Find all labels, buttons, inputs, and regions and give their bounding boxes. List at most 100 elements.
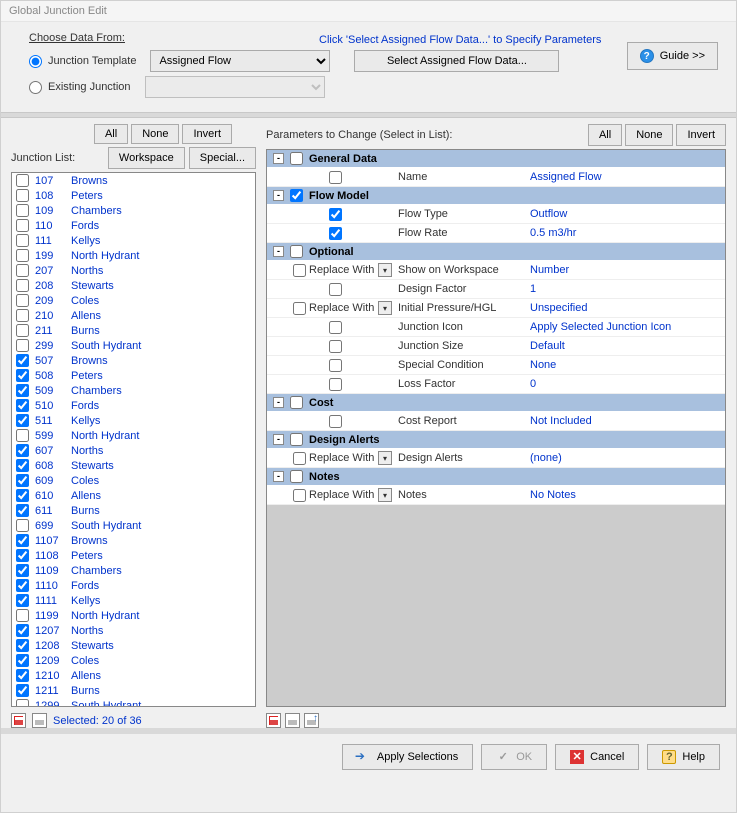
list-item[interactable]: 609Coles <box>12 473 255 488</box>
group-header[interactable]: -General Data <box>267 150 725 168</box>
list-item[interactable]: 1209Coles <box>12 653 255 668</box>
param-row[interactable]: Junction SizeDefault <box>267 337 725 356</box>
select-all-icon[interactable] <box>11 713 26 728</box>
list-item[interactable]: 211Burns <box>12 323 255 338</box>
chevron-down-icon[interactable]: ▾ <box>378 488 392 502</box>
list-item[interactable]: 108Peters <box>12 188 255 203</box>
junction-template-radio[interactable] <box>29 55 42 68</box>
param-checkbox[interactable] <box>329 415 342 428</box>
group-header[interactable]: -Flow Model <box>267 187 725 205</box>
collapse-icon[interactable]: - <box>273 434 284 445</box>
jl-special-button[interactable]: Special... <box>189 147 256 169</box>
list-item-checkbox[interactable] <box>16 429 29 442</box>
expand-all-icon[interactable] <box>266 713 281 728</box>
junction-list[interactable]: 107Browns108Peters109Chambers110Fords111… <box>11 172 256 707</box>
param-row[interactable]: Replace With▾NotesNo Notes <box>267 486 725 505</box>
list-item[interactable]: 599North Hydrant <box>12 428 255 443</box>
param-row[interactable]: Flow Rate0.5 m3/hr <box>267 224 725 243</box>
param-row[interactable]: Replace With▾Initial Pressure/HGLUnspeci… <box>267 299 725 318</box>
group-checkbox[interactable] <box>290 189 303 202</box>
list-item-checkbox[interactable] <box>16 504 29 517</box>
group-header[interactable]: -Notes <box>267 468 725 486</box>
list-item[interactable]: 299South Hydrant <box>12 338 255 353</box>
list-item-checkbox[interactable] <box>16 459 29 472</box>
params-invert-button[interactable]: Invert <box>676 124 726 146</box>
list-item-checkbox[interactable] <box>16 249 29 262</box>
list-item[interactable]: 510Fords <box>12 398 255 413</box>
collapse-icon[interactable]: - <box>273 397 284 408</box>
list-item[interactable]: 608Stewarts <box>12 458 255 473</box>
param-checkbox[interactable] <box>329 359 342 372</box>
list-item[interactable]: 110Fords <box>12 218 255 233</box>
list-item-checkbox[interactable] <box>16 444 29 457</box>
list-item-checkbox[interactable] <box>16 624 29 637</box>
chevron-down-icon[interactable]: ▾ <box>378 301 392 315</box>
list-item-checkbox[interactable] <box>16 549 29 562</box>
guide-button[interactable]: ? Guide >> <box>627 42 718 70</box>
list-item-checkbox[interactable] <box>16 399 29 412</box>
list-item-checkbox[interactable] <box>16 369 29 382</box>
list-item[interactable]: 610Allens <box>12 488 255 503</box>
group-checkbox[interactable] <box>290 245 303 258</box>
param-checkbox[interactable] <box>293 302 306 315</box>
jl-invert-button[interactable]: Invert <box>182 124 232 144</box>
list-item[interactable]: 607Norths <box>12 443 255 458</box>
list-item-checkbox[interactable] <box>16 309 29 322</box>
param-row[interactable]: Junction IconApply Selected Junction Ico… <box>267 318 725 337</box>
list-item[interactable]: 699South Hydrant <box>12 518 255 533</box>
list-item[interactable]: 508Peters <box>12 368 255 383</box>
list-item-checkbox[interactable] <box>16 294 29 307</box>
list-item[interactable]: 1211Burns <box>12 683 255 698</box>
param-row[interactable]: Flow TypeOutflow <box>267 205 725 224</box>
select-assigned-flow-button[interactable]: Select Assigned Flow Data... <box>354 50 559 72</box>
list-item[interactable]: 1108Peters <box>12 548 255 563</box>
list-item-checkbox[interactable] <box>16 414 29 427</box>
list-item[interactable]: 111Kellys <box>12 233 255 248</box>
param-checkbox[interactable] <box>329 378 342 391</box>
list-item-checkbox[interactable] <box>16 594 29 607</box>
list-item-checkbox[interactable] <box>16 279 29 292</box>
group-checkbox[interactable] <box>290 470 303 483</box>
param-row[interactable]: Loss Factor0 <box>267 375 725 394</box>
list-item-checkbox[interactable] <box>16 339 29 352</box>
params-all-button[interactable]: All <box>588 124 622 146</box>
list-item[interactable]: 1199North Hydrant <box>12 608 255 623</box>
group-checkbox[interactable] <box>290 433 303 446</box>
list-item-checkbox[interactable] <box>16 669 29 682</box>
list-item[interactable]: 210Allens <box>12 308 255 323</box>
list-item[interactable]: 511Kellys <box>12 413 255 428</box>
list-item[interactable]: 1208Stewarts <box>12 638 255 653</box>
list-item[interactable]: 107Browns <box>12 173 255 188</box>
param-row[interactable]: Special ConditionNone <box>267 356 725 375</box>
jl-none-button[interactable]: None <box>131 124 179 144</box>
list-item-checkbox[interactable] <box>16 264 29 277</box>
list-item-checkbox[interactable] <box>16 234 29 247</box>
list-item[interactable]: 1299South Hydrant <box>12 698 255 707</box>
list-item-checkbox[interactable] <box>16 219 29 232</box>
list-item-checkbox[interactable] <box>16 384 29 397</box>
list-item-checkbox[interactable] <box>16 474 29 487</box>
list-item-checkbox[interactable] <box>16 564 29 577</box>
list-item-checkbox[interactable] <box>16 519 29 532</box>
list-item[interactable]: 1111Kellys <box>12 593 255 608</box>
param-row[interactable]: Replace With▾Show on WorkspaceNumber <box>267 261 725 280</box>
param-checkbox[interactable] <box>293 264 306 277</box>
list-item-checkbox[interactable] <box>16 579 29 592</box>
help-button[interactable]: ? Help <box>647 744 720 770</box>
list-item[interactable]: 109Chambers <box>12 203 255 218</box>
list-item[interactable]: 1107Browns <box>12 533 255 548</box>
collapse-all-icon[interactable] <box>285 713 300 728</box>
chevron-down-icon[interactable]: ▾ <box>378 263 392 277</box>
params-none-button[interactable]: None <box>625 124 673 146</box>
collapse-icon[interactable]: - <box>273 246 284 257</box>
list-item-checkbox[interactable] <box>16 204 29 217</box>
collapse-icon[interactable]: - <box>273 153 284 164</box>
param-row[interactable]: Cost ReportNot Included <box>267 412 725 431</box>
list-item-checkbox[interactable] <box>16 699 29 707</box>
collapse-icon[interactable]: - <box>273 190 284 201</box>
list-item[interactable]: 1210Allens <box>12 668 255 683</box>
param-row[interactable]: Design Factor1 <box>267 280 725 299</box>
apply-selections-button[interactable]: Apply Selections <box>342 744 473 770</box>
collapse-icon[interactable]: - <box>273 471 284 482</box>
group-header[interactable]: -Design Alerts <box>267 431 725 449</box>
